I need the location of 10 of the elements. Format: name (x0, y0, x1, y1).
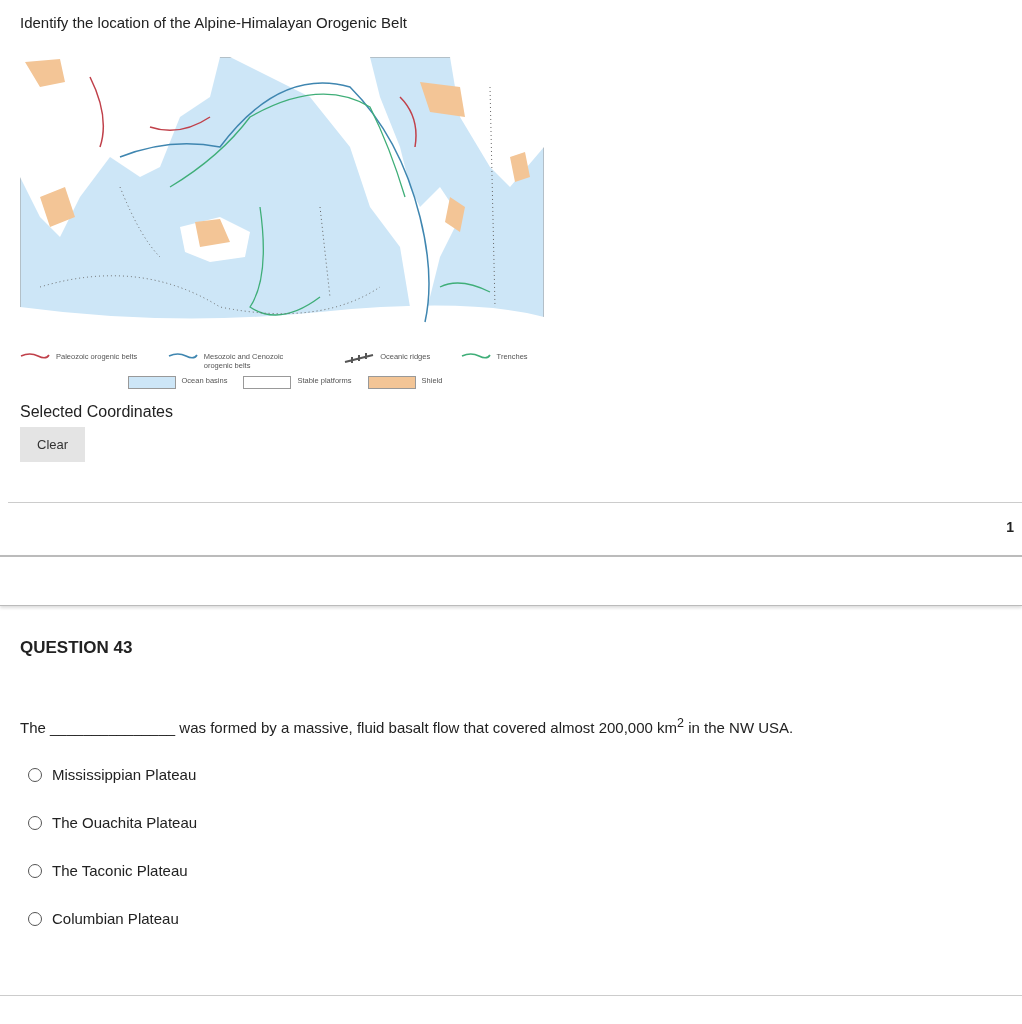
question-prompt: Identify the location of the Alpine-Himalayan Orogenic Belt (20, 14, 408, 31)
clear-button[interactable]: Clear (20, 427, 86, 462)
option-label[interactable]: Columbian Plateau (52, 910, 179, 927)
option-label[interactable]: The Ouachita Plateau (52, 814, 198, 831)
question-heading: QUESTION 43 (20, 638, 134, 658)
points-value: 1 (1006, 519, 1014, 535)
question-text: The _______________ was formed by a massive, fluid basalt flow that covered almost 200,000 km$^{2}$ in the NW USA. (20, 716, 795, 736)
option-label[interactable]: Mississippian Plateau (52, 766, 197, 783)
selected-coordinates-label: Selected Coordinates (20, 403, 174, 421)
option-label[interactable]: The Taconic Plateau (52, 862, 188, 879)
